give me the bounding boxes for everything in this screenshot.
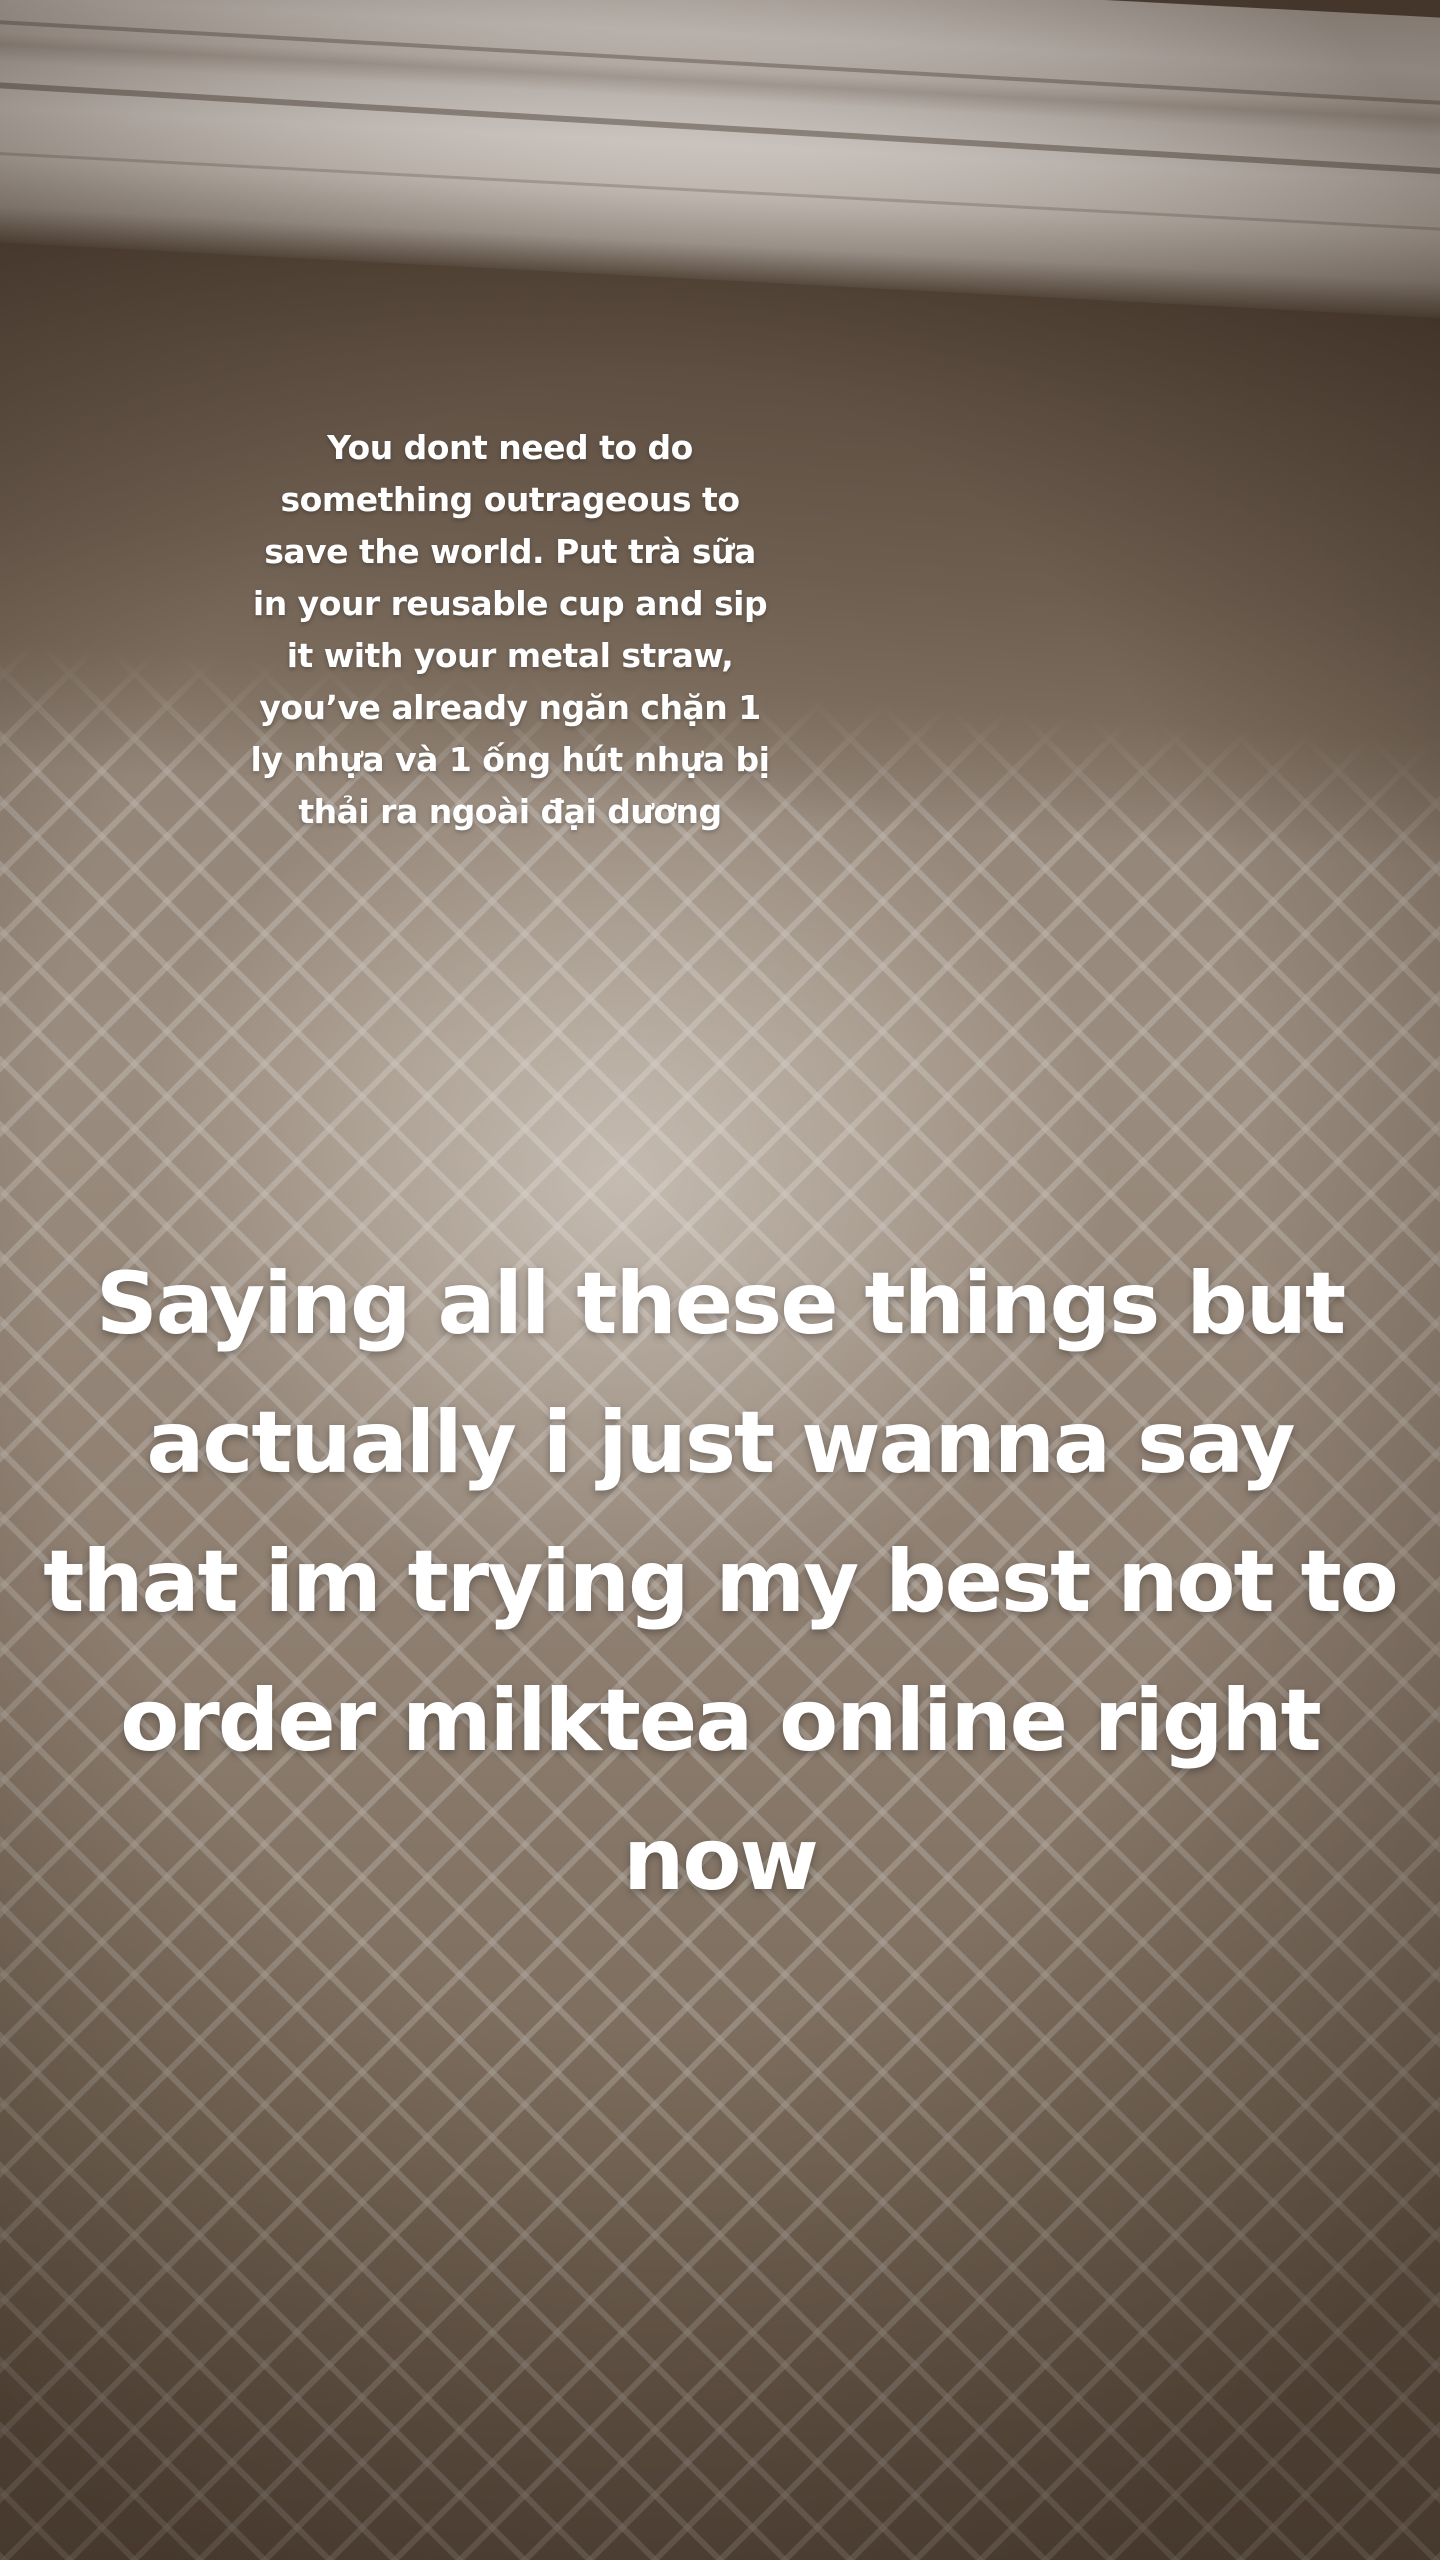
small-caption[interactable]: You dont need to do something outrageous… — [250, 422, 770, 838]
story-view[interactable]: You dont need to do something outrageous… — [0, 0, 1440, 2560]
large-caption[interactable]: Saying all these things but actually i j… — [40, 1235, 1400, 1930]
